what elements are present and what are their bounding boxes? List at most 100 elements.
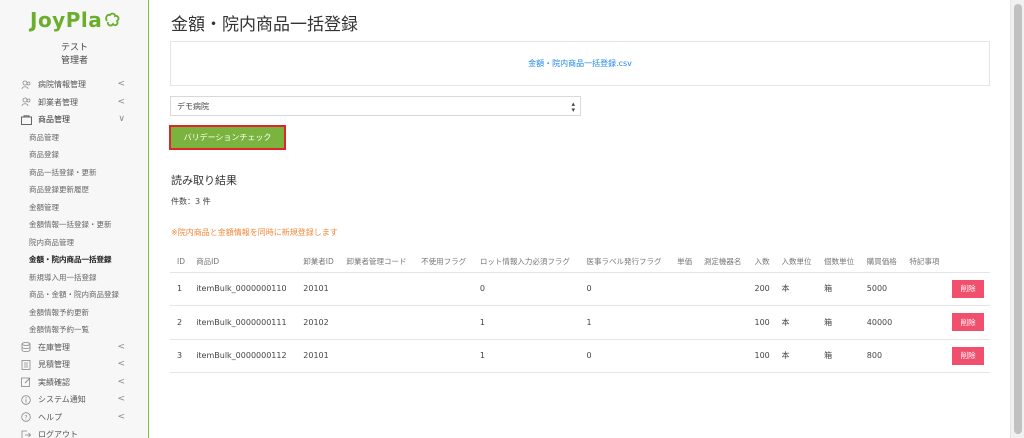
folder-icon bbox=[20, 114, 32, 126]
cell-distributor-id: 20102 bbox=[296, 305, 340, 340]
help-icon: ? bbox=[20, 411, 32, 423]
sidebar-subitem-product-list[interactable]: 商品管理 bbox=[0, 129, 148, 147]
sidebar-item-help[interactable]: ? ヘルプ < bbox=[0, 409, 148, 427]
cell-item-unit: 箱 bbox=[817, 272, 860, 306]
cell-id: 1 bbox=[170, 272, 190, 306]
cell-lot-flag: 0 bbox=[472, 272, 580, 306]
hospital-select-value: デモ病院 bbox=[177, 101, 209, 111]
record-count: 件数：3 件 bbox=[171, 197, 211, 206]
col-lot-flag: ロット情報入力必須フラグ bbox=[472, 252, 580, 273]
sidebar-subitem-price-reserve-list[interactable]: 金額情報予約一覧 bbox=[0, 321, 148, 339]
logo-text: JoyPla bbox=[30, 8, 103, 32]
cell-item-id: itemBulk_0000000112 bbox=[189, 339, 297, 373]
select-arrows-icon: ▴ ▾ bbox=[571, 100, 575, 114]
chevron-left-icon: < bbox=[117, 394, 125, 404]
cell-price: 800 bbox=[859, 339, 903, 373]
cell-lot-flag: 1 bbox=[472, 339, 580, 373]
result-table: ID 商品ID 卸業者ID 卸業者管理コード 不使用フラグ ロット情報入力必須フ… bbox=[170, 252, 990, 373]
sidebar-subitem-price-bulk[interactable]: 金額情報一括登録・更新 bbox=[0, 216, 148, 234]
sidebar-item-results[interactable]: 実績確認 < bbox=[0, 374, 148, 392]
col-distributor-code: 卸業者管理コード bbox=[339, 252, 415, 273]
sidebar-subitem-price-reserve-update[interactable]: 金額情報予約更新 bbox=[0, 304, 148, 322]
cell-notes bbox=[902, 305, 946, 340]
sidebar-item-label: ログアウト bbox=[38, 430, 78, 438]
chevron-left-icon: < bbox=[117, 376, 125, 387]
col-quantity: 入数 bbox=[747, 252, 775, 273]
cell-item-id: itemBulk_0000000110 bbox=[189, 272, 297, 306]
sidebar-nav: 病院情報管理 < 卸業者管理 < 商品管理 ∨ 商品管理 商品登録 商品一括登録… bbox=[0, 76, 148, 438]
file-drop-area[interactable]: 金額・院内商品一括登録.csv bbox=[170, 41, 990, 86]
col-item-id: 商品ID bbox=[189, 252, 297, 273]
cell-notes bbox=[902, 272, 946, 306]
chevron-down-icon: ∨ bbox=[118, 114, 125, 124]
cell-quantity-unit: 本 bbox=[774, 339, 818, 373]
csv-file-link[interactable]: 金額・院内商品一括登録.csv bbox=[528, 58, 632, 69]
sidebar-item-distributor[interactable]: 卸業者管理 < bbox=[0, 94, 148, 112]
vertical-scrollbar[interactable] bbox=[1010, 0, 1024, 438]
sidebar-item-hospital[interactable]: 病院情報管理 < bbox=[0, 76, 148, 94]
cell-device bbox=[696, 339, 748, 373]
sidebar-subitem-price-manage[interactable]: 金額管理 bbox=[0, 199, 148, 217]
col-quantity-unit: 入数単位 bbox=[774, 252, 818, 273]
delete-button[interactable]: 削除 bbox=[952, 279, 985, 298]
cell-quantity: 200 bbox=[747, 272, 775, 306]
sidebar-item-notifications[interactable]: システム通知 < bbox=[0, 391, 148, 409]
cell-quantity-unit: 本 bbox=[774, 305, 818, 340]
cell-distributor-code bbox=[339, 339, 415, 373]
sidebar-item-label: 卸業者管理 bbox=[38, 97, 78, 107]
user-info: テスト 管理者 bbox=[0, 42, 148, 68]
cell-id: 2 bbox=[170, 305, 190, 340]
cell-distributor-code bbox=[339, 272, 415, 306]
table-row: 3 itemBulk_0000000112 20101 1 0 100 本 箱 … bbox=[170, 339, 990, 373]
logout-icon bbox=[20, 429, 32, 438]
page-title: 金額・院内商品一括登録 bbox=[171, 15, 358, 35]
cell-quantity: 100 bbox=[747, 339, 775, 373]
chevron-left-icon: < bbox=[117, 96, 125, 107]
info-icon bbox=[20, 394, 32, 406]
cell-distributor-code bbox=[339, 305, 415, 340]
sidebar-item-label: 商品管理 bbox=[38, 115, 70, 125]
scrollbar-thumb[interactable] bbox=[1014, 4, 1022, 434]
users-icon bbox=[20, 96, 32, 108]
cell-actions: 削除 bbox=[945, 305, 990, 340]
sidebar-subitem-product-history[interactable]: 商品登録更新履歴 bbox=[0, 181, 148, 199]
hospital-select[interactable]: デモ病院 ▴ ▾ bbox=[170, 96, 581, 116]
sidebar-subitem-new-bulk[interactable]: 新規導入用一括登録 bbox=[0, 269, 148, 287]
col-distributor-id: 卸業者ID bbox=[296, 252, 340, 273]
validation-check-button[interactable]: バリデーションチェック bbox=[169, 125, 286, 150]
col-actions bbox=[945, 252, 990, 273]
sidebar-item-label: 見積管理 bbox=[38, 360, 70, 370]
sidebar-subitem-inhouse-manage[interactable]: 院内商品管理 bbox=[0, 234, 148, 252]
sidebar-item-products[interactable]: 商品管理 ∨ bbox=[0, 111, 148, 129]
sidebar-subitem-product-register[interactable]: 商品登録 bbox=[0, 146, 148, 164]
sidebar-subitem-product-price-inhouse[interactable]: 商品・金額・院内商品登録 bbox=[0, 286, 148, 304]
delete-button[interactable]: 削除 bbox=[952, 346, 985, 365]
sidebar-item-logout[interactable]: ログアウト bbox=[0, 426, 148, 438]
chevron-left-icon: < bbox=[117, 411, 125, 422]
table-row: 1 itemBulk_0000000110 20101 0 0 200 本 箱 … bbox=[170, 272, 990, 306]
cell-unit-price bbox=[670, 339, 697, 373]
sidebar-subitem-product-bulk[interactable]: 商品一括登録・更新 bbox=[0, 164, 148, 182]
cell-unused-flag bbox=[414, 339, 473, 373]
cell-unused-flag bbox=[414, 272, 473, 306]
cell-label-flag: 1 bbox=[579, 305, 671, 340]
col-unused-flag: 不使用フラグ bbox=[414, 252, 473, 273]
table-row: 2 itemBulk_0000000111 20102 1 1 100 本 箱 … bbox=[170, 305, 990, 340]
cell-notes bbox=[902, 339, 946, 373]
col-id: ID bbox=[170, 252, 190, 273]
cell-item-unit: 箱 bbox=[817, 305, 860, 340]
logo[interactable]: JoyPla bbox=[30, 8, 122, 32]
col-notes: 特記事項 bbox=[902, 252, 946, 273]
cell-actions: 削除 bbox=[945, 339, 990, 373]
col-label-flag: 医事ラベル発行フラグ bbox=[579, 252, 671, 273]
sidebar-item-estimate[interactable]: 見積管理 < bbox=[0, 356, 148, 374]
cell-item-id: itemBulk_0000000111 bbox=[189, 305, 297, 340]
sidebar-item-stock[interactable]: 在庫管理 < bbox=[0, 339, 148, 357]
cell-device bbox=[696, 305, 748, 340]
chevron-left-icon: < bbox=[117, 79, 125, 89]
cell-item-unit: 箱 bbox=[817, 339, 860, 373]
validation-check-label: バリデーションチェック bbox=[183, 133, 272, 142]
delete-button[interactable]: 削除 bbox=[952, 313, 985, 332]
sidebar-subitem-price-inhouse-bulk[interactable]: 金額・院内商品一括登録 bbox=[0, 251, 148, 269]
sidebar: JoyPla テスト 管理者 病院情報管理 < 卸業者管理 < 商品管理 ∨ 商… bbox=[0, 0, 149, 438]
